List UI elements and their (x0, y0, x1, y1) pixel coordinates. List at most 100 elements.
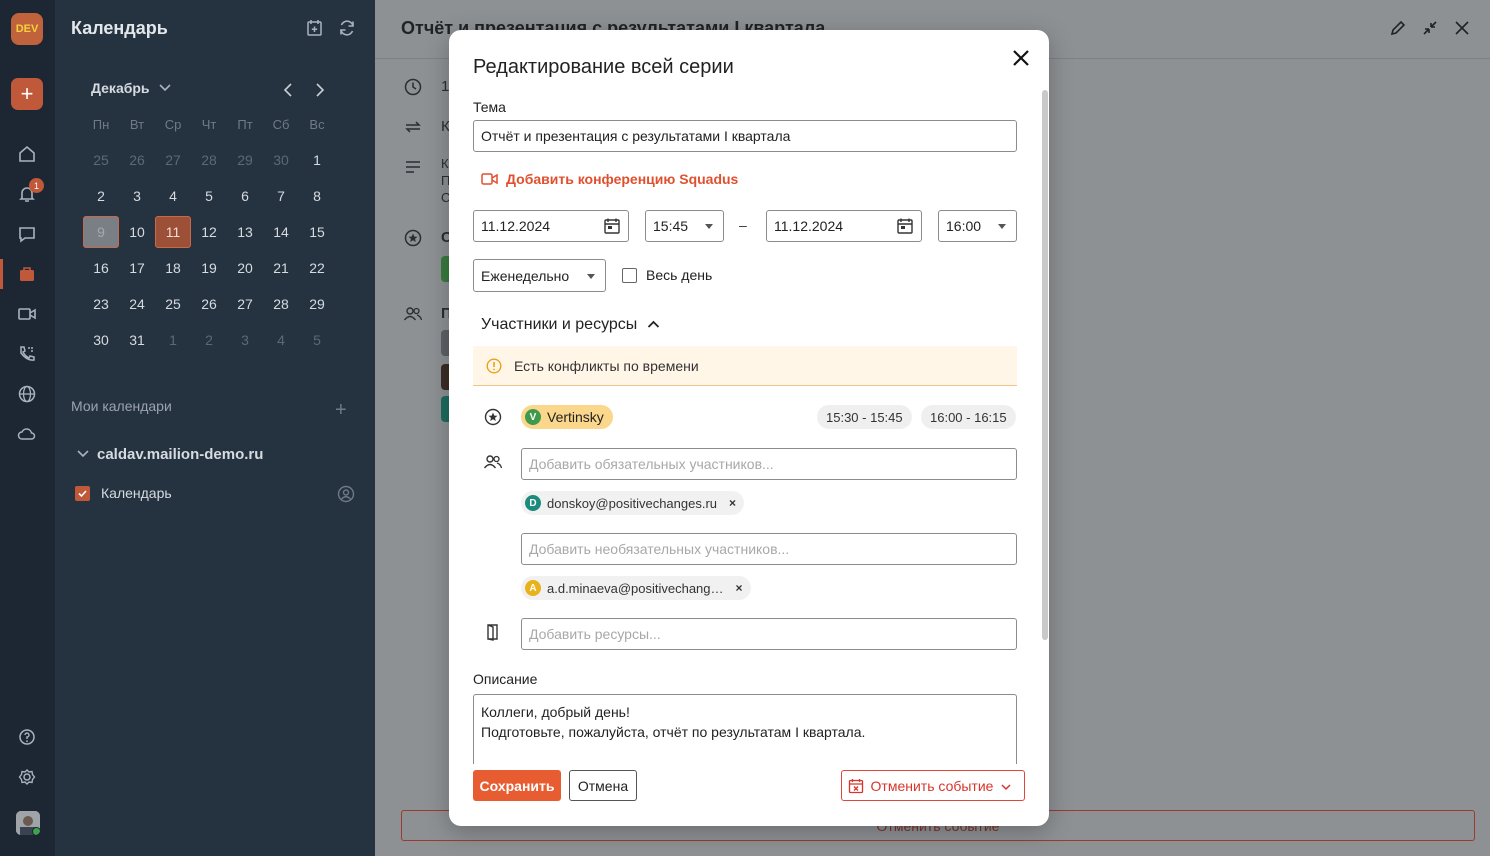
calendar-day[interactable]: 10 (119, 216, 155, 248)
calendar-day[interactable]: 18 (155, 252, 191, 284)
calendar-day[interactable]: 29 (227, 144, 263, 176)
calendar-day[interactable]: 1 (299, 144, 335, 176)
video-icon[interactable] (15, 302, 39, 326)
phone-icon[interactable] (15, 342, 39, 366)
checkbox-box[interactable] (622, 267, 637, 283)
calendar-day[interactable]: 27 (227, 288, 263, 320)
calendar-day[interactable]: 23 (83, 288, 119, 320)
cloud-icon[interactable] (15, 422, 39, 446)
month-selector[interactable]: Декабрь (91, 80, 171, 96)
busy-slot-chip[interactable]: 16:00 - 16:15 (921, 405, 1016, 429)
calendar-day[interactable]: 2 (83, 180, 119, 212)
participant-chip[interactable]: A a.d.minaeva@positivechang… × (521, 576, 751, 600)
start-time-select[interactable]: 15:45 (645, 210, 724, 242)
dialog-scrollbar[interactable] (1042, 90, 1048, 640)
resources-input[interactable]: Добавить ресурсы... (521, 618, 1017, 650)
calendar-week: 23 24 25 26 27 28 29 (83, 286, 335, 322)
app-logo[interactable]: DEV (11, 13, 43, 45)
calendar-server-group[interactable]: caldav.mailion-demo.ru (77, 446, 263, 463)
calendar-icon[interactable] (603, 217, 621, 235)
calendar-icon[interactable] (896, 217, 914, 235)
calendar-day[interactable]: 21 (263, 252, 299, 284)
briefcase-icon[interactable] (0, 259, 39, 289)
calendar-day-today[interactable]: 9 (83, 216, 119, 248)
calendar-day[interactable]: 17 (119, 252, 155, 284)
prev-month-icon[interactable] (279, 80, 299, 100)
calendar-day[interactable]: 1 (155, 324, 191, 356)
close-icon[interactable] (1452, 18, 1474, 40)
subject-input[interactable]: Отчёт и презентация с результатами I ква… (473, 120, 1017, 152)
calendar-checkbox[interactable] (75, 485, 90, 501)
all-day-checkbox[interactable]: Весь день (622, 267, 712, 283)
calendar-day[interactable]: 29 (299, 288, 335, 320)
refresh-icon[interactable] (337, 18, 359, 40)
busy-slot-chip[interactable]: 15:30 - 15:45 (817, 405, 912, 429)
calendar-day[interactable]: 3 (119, 180, 155, 212)
calendar-day[interactable]: 26 (119, 144, 155, 176)
organizer-chip[interactable]: V Vertinsky (521, 405, 613, 429)
required-participants-input[interactable]: Добавить обязательных участников... (521, 448, 1017, 480)
calendar-day[interactable]: 27 (155, 144, 191, 176)
calendar-day[interactable]: 12 (191, 216, 227, 248)
create-button[interactable]: + (11, 78, 43, 110)
participants-section-toggle[interactable]: Участники и ресурсы (481, 316, 660, 334)
calendar-day[interactable]: 4 (155, 180, 191, 212)
optional-participants-input[interactable]: Добавить необязательных участников... (521, 533, 1017, 565)
calendar-day[interactable]: 3 (227, 324, 263, 356)
calendar-day[interactable]: 25 (83, 144, 119, 176)
recurrence-select[interactable]: Еженедельно (473, 259, 606, 292)
home-icon[interactable] (15, 142, 39, 166)
calendar-day[interactable]: 16 (83, 252, 119, 284)
calendar-cancel-icon (848, 778, 863, 793)
start-time-value: 15:45 (653, 218, 689, 234)
calendar-day[interactable]: 5 (191, 180, 227, 212)
calendar-day[interactable]: 15 (299, 216, 335, 248)
help-icon[interactable] (15, 725, 39, 749)
calendar-day[interactable]: 2 (191, 324, 227, 356)
calendar-day[interactable]: 4 (263, 324, 299, 356)
calendar-day[interactable]: 14 (263, 216, 299, 248)
calendar-day[interactable]: 5 (299, 324, 335, 356)
close-icon[interactable] (1011, 48, 1031, 68)
cancel-button[interactable]: Отмена (569, 770, 637, 801)
calendar-day[interactable]: 22 (299, 252, 335, 284)
start-date-field[interactable]: 11.12.2024 (473, 210, 629, 242)
calendar-day[interactable]: 31 (119, 324, 155, 356)
participant-chip[interactable]: D donskoy@positivechanges.ru × (521, 491, 745, 515)
account-circle-icon[interactable] (337, 485, 355, 503)
save-button[interactable]: Сохранить (473, 770, 561, 801)
calendar-day[interactable]: 28 (191, 144, 227, 176)
calendar-day[interactable]: 30 (83, 324, 119, 356)
calendar-day[interactable]: 24 (119, 288, 155, 320)
calendar-day[interactable]: 19 (191, 252, 227, 284)
calendar-day[interactable]: 13 (227, 216, 263, 248)
remove-icon[interactable]: × (736, 581, 743, 595)
calendar-day[interactable]: 30 (263, 144, 299, 176)
add-calendar-plus-icon[interactable]: + (335, 400, 351, 420)
edit-icon[interactable] (1388, 18, 1410, 40)
calendar-day[interactable]: 28 (263, 288, 299, 320)
calendar-day[interactable]: 25 (155, 288, 191, 320)
calendar-day[interactable]: 6 (227, 180, 263, 212)
add-conference-link[interactable]: Добавить конференцию Squadus (481, 171, 738, 187)
collapse-icon[interactable] (1420, 18, 1442, 40)
calendar-day[interactable]: 20 (227, 252, 263, 284)
add-calendar-icon[interactable] (305, 18, 327, 40)
calendar-day-selected[interactable]: 11 (155, 216, 191, 248)
end-date-field[interactable]: 11.12.2024 (766, 210, 922, 242)
end-time-select[interactable]: 16:00 (938, 210, 1017, 242)
settings-icon[interactable] (15, 765, 39, 789)
calendar-day[interactable]: 8 (299, 180, 335, 212)
calendar-day[interactable]: 26 (191, 288, 227, 320)
cancel-event-button[interactable]: Отменить событие (841, 770, 1025, 801)
text-lines-icon (403, 157, 425, 179)
repeat-icon (403, 117, 425, 139)
user-avatar[interactable] (16, 811, 40, 835)
chat-icon[interactable] (15, 222, 39, 246)
next-month-icon[interactable] (309, 80, 329, 100)
description-textarea[interactable]: Коллеги, добрый день! Подготовьте, пожал… (473, 694, 1017, 764)
remove-icon[interactable]: × (729, 496, 736, 510)
calendar-day[interactable]: 7 (263, 180, 299, 212)
calendar-list-item[interactable]: Календарь (75, 485, 172, 501)
globe-icon[interactable] (15, 382, 39, 406)
